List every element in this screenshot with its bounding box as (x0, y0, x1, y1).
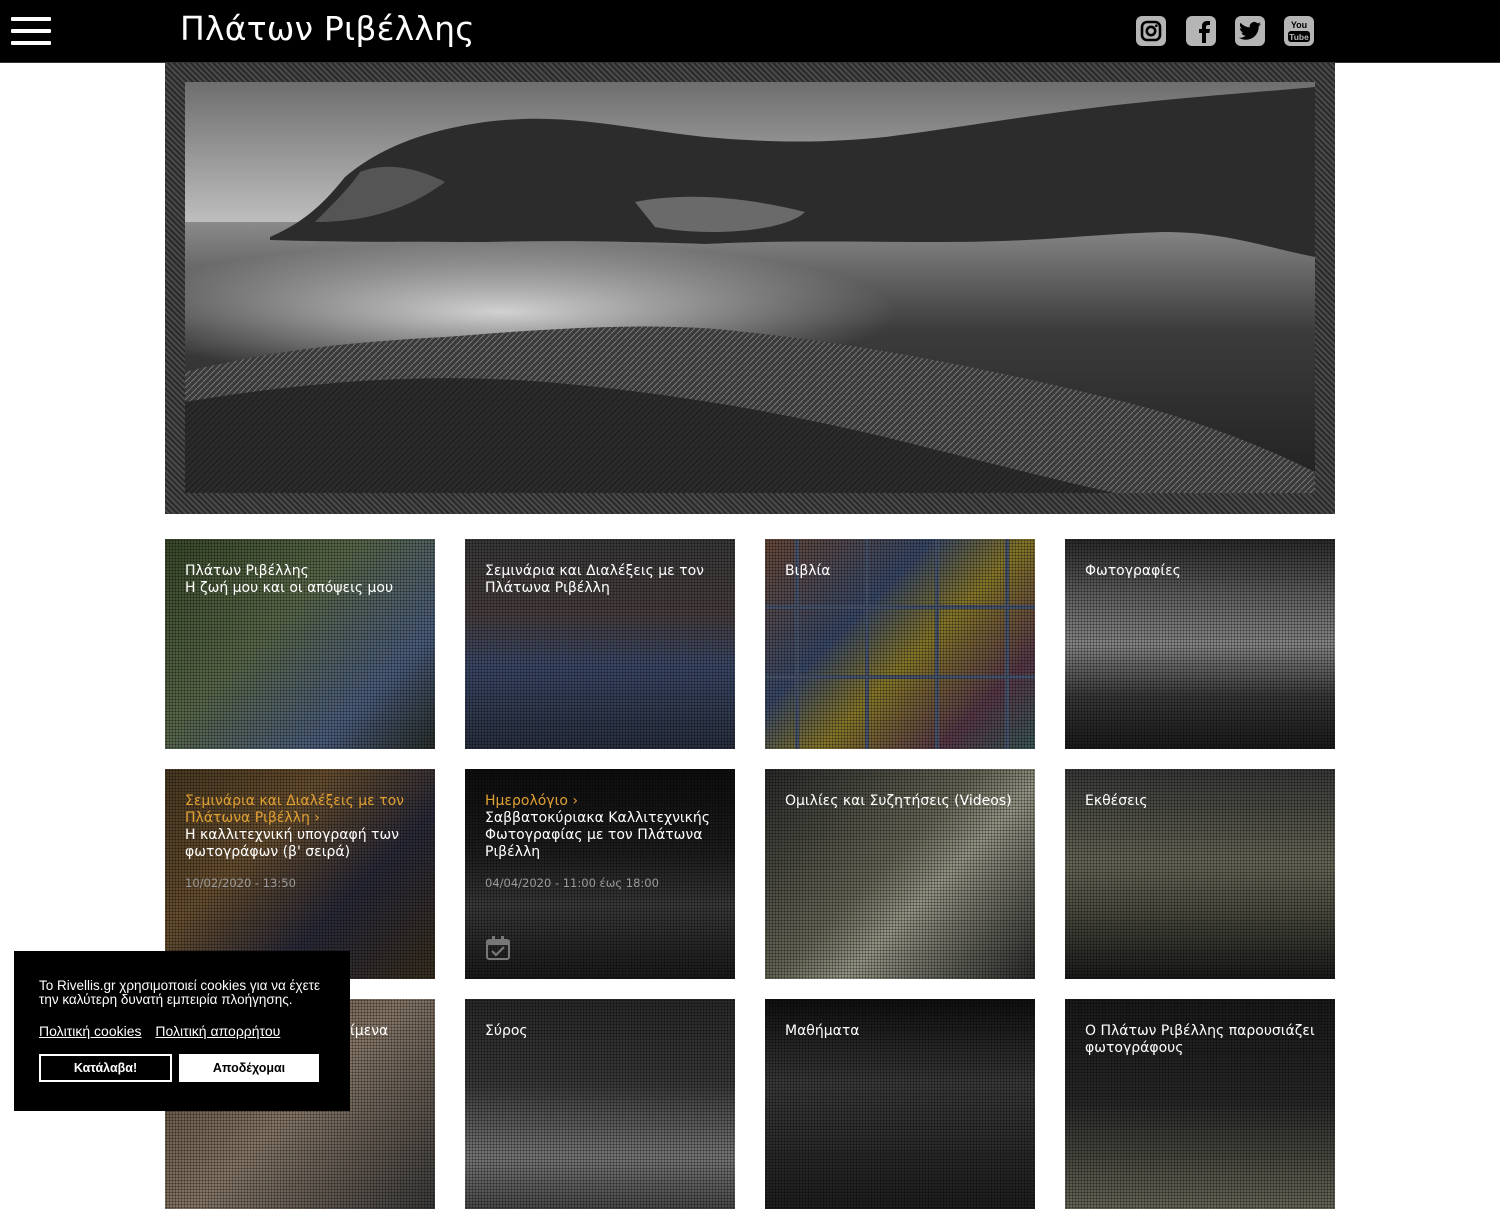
tile-title: ίμενα (350, 1023, 389, 1039)
tile-title: Φωτογραφίες (1085, 563, 1181, 579)
hamburger-icon[interactable] (11, 17, 51, 45)
tile-title: Μαθήματα (785, 1023, 860, 1039)
instagram-icon[interactable] (1136, 16, 1166, 46)
tile-title: Εκθέσεις (1085, 793, 1148, 809)
calendar-check-icon (485, 935, 511, 965)
hero-photo (185, 82, 1315, 493)
hero-banner (165, 63, 1335, 514)
tile-lessons[interactable]: Μαθήματα (765, 999, 1035, 1209)
tile-books[interactable]: Βιβλία (765, 539, 1035, 749)
youtube-icon[interactable]: You Tube (1284, 16, 1314, 46)
tile-title: Βιβλία (785, 563, 831, 579)
svg-text:You: You (1291, 20, 1307, 30)
tile-photographs[interactable]: Φωτογραφίες (1065, 539, 1335, 749)
tile-title: Σαββατοκύριακα Καλλιτεχνικής Φωτογραφίας… (485, 810, 710, 860)
top-bar: Πλάτων Ριβέλλης You Tube (0, 0, 1500, 63)
tile-presents-photographers[interactable]: Ο Πλάτων Ριβέλλης παρουσιάζει φωτογράφου… (1065, 999, 1335, 1209)
tile-category-link[interactable]: Σεμινάρια και Διαλέξεις με τον Πλάτωνα Ρ… (185, 793, 421, 827)
tile-biography[interactable]: Πλάτων Ριβέλλης Η ζωή μου και οι απόψεις … (165, 539, 435, 749)
tile-title: Ο Πλάτων Ριβέλλης παρουσιάζει φωτογράφου… (1085, 1023, 1315, 1056)
tile-title: Ομιλίες και Συζητήσεις (Videos) (785, 793, 1012, 809)
twitter-icon[interactable] (1235, 16, 1265, 46)
chevron-right-icon: › (314, 810, 320, 826)
cookie-dismiss-button[interactable]: Κατάλαβα! (39, 1054, 172, 1082)
privacy-policy-link[interactable]: Πολιτική απορρήτου (155, 1023, 280, 1039)
tile-subtitle: Η ζωή μου και οι απόψεις μου (185, 580, 394, 596)
tile-event-signature[interactable]: Σεμινάρια και Διαλέξεις με τον Πλάτωνα Ρ… (165, 769, 435, 979)
cookie-policy-link[interactable]: Πολιτική cookies (39, 1023, 142, 1039)
tile-date: 10/02/2020 - 13:50 (185, 876, 296, 890)
cookie-banner: To Rivellis.gr χρησιμοποιεί cookies για … (14, 951, 350, 1111)
tile-date: 04/04/2020 - 11:00 έως 18:00 (485, 876, 659, 890)
site-title[interactable]: Πλάτων Ριβέλλης (180, 9, 475, 48)
tile-syros[interactable]: Σύρος (465, 999, 735, 1209)
tile-category-link[interactable]: Ημερολόγιο › (485, 793, 721, 810)
cookie-accept-button[interactable]: Αποδέχομαι (179, 1054, 319, 1082)
tile-title: Η καλλιτεχνική υπογραφή των φωτογράφων (… (185, 827, 400, 860)
svg-text:Tube: Tube (1289, 32, 1309, 42)
cookie-message: To Rivellis.gr χρησιμοποιεί cookies για … (39, 978, 320, 1007)
tile-title: Πλάτων Ριβέλλης (185, 563, 309, 579)
chevron-right-icon: › (572, 793, 578, 809)
facebook-icon[interactable] (1186, 16, 1216, 46)
tile-talks-videos[interactable]: Ομιλίες και Συζητήσεις (Videos) (765, 769, 1035, 979)
tile-title: Σεμινάρια και Διαλέξεις με τον Πλάτωνα Ρ… (485, 563, 704, 596)
tile-exhibitions[interactable]: Εκθέσεις (1065, 769, 1335, 979)
tile-seminars[interactable]: Σεμινάρια και Διαλέξεις με τον Πλάτωνα Ρ… (465, 539, 735, 749)
tile-title: Σύρος (485, 1023, 528, 1039)
tile-event-weekends[interactable]: Ημερολόγιο › Σαββατοκύριακα Καλλιτεχνική… (465, 769, 735, 979)
